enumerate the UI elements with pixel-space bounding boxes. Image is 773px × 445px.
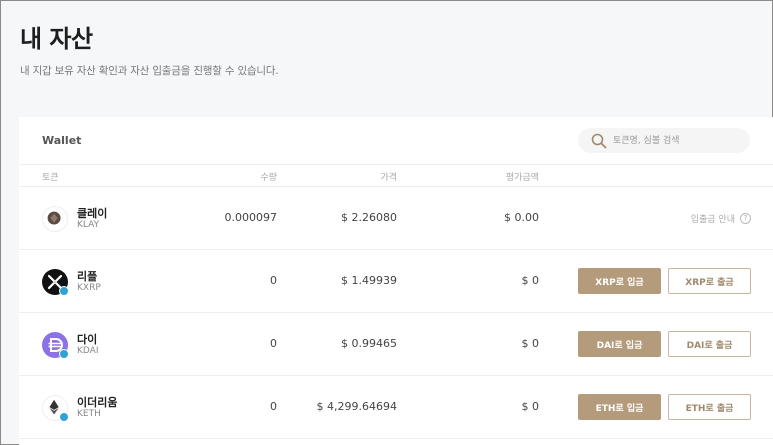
- search-input[interactable]: [613, 132, 743, 149]
- dai-deposit-button[interactable]: DAI로 입금: [578, 331, 661, 357]
- column-value: 평가금액: [505, 173, 539, 183]
- coin-value: $ 0: [521, 337, 540, 350]
- coin-symbol: KDAI: [77, 346, 99, 356]
- coin-amount: 0.000097: [224, 211, 278, 224]
- search-icon: [591, 133, 607, 149]
- table-row: 리플 KXRP 0 $ 1.49939 $ 0 XRP로 입금 XRP로 출금: [19, 250, 773, 313]
- wallet-header: Wallet: [19, 117, 773, 165]
- table-row: 클레이 KLAY 0.000097 $ 2.26080 $ 0.00 입출금 안…: [19, 187, 773, 250]
- table-row: 이더리움 KETH 0 $ 4,299.64694 $ 0 ETH로 입금 ET…: [19, 376, 773, 439]
- coin-amount: 0: [270, 274, 277, 287]
- question-icon: ?: [740, 213, 751, 224]
- wallet-title: Wallet: [42, 134, 82, 147]
- page-title: 내 자산: [20, 25, 93, 53]
- wallet-card: Wallet 토큰 수량 가격 평가금액 클레이 KLAY 0.000097 $…: [19, 117, 773, 445]
- coin-price: $ 4,299.64694: [316, 400, 397, 413]
- kip7-badge-icon: [59, 412, 69, 422]
- coin-symbol: KLAY: [77, 220, 100, 230]
- deposit-guide-link[interactable]: 입출금 안내 ?: [691, 212, 751, 225]
- column-token: 토큰: [42, 173, 59, 183]
- coin-amount: 0: [270, 400, 277, 413]
- coin-value: $ 0: [521, 400, 540, 413]
- coin-name: 클레이: [77, 207, 108, 220]
- column-price: 가격: [380, 173, 397, 183]
- coin-price: $ 0.99465: [341, 337, 397, 350]
- coin-symbol: KXRP: [77, 283, 101, 293]
- kip7-badge-icon: [59, 349, 69, 359]
- coin-name: 이더리움: [77, 396, 118, 409]
- dai-withdraw-button[interactable]: DAI로 출금: [668, 331, 751, 357]
- xrp-withdraw-button[interactable]: XRP로 출금: [668, 268, 751, 294]
- coin-amount: 0: [270, 337, 277, 350]
- column-amount: 수량: [260, 173, 277, 183]
- coin-price: $ 2.26080: [341, 211, 397, 224]
- eth-deposit-button[interactable]: ETH로 입금: [578, 394, 661, 420]
- page-subtitle: 내 지갑 보유 자산 확인과 자산 입출금을 진행할 수 있습니다.: [20, 65, 279, 77]
- search-box[interactable]: [578, 128, 750, 153]
- table-row: 다이 KDAI 0 $ 0.99465 $ 0 DAI로 입금 DAI로 출금: [19, 313, 773, 376]
- coin-symbol: KETH: [77, 409, 101, 419]
- page-header: 내 자산 내 지갑 보유 자산 확인과 자산 입출금을 진행할 수 있습니다.: [20, 19, 279, 78]
- coin-value: $ 0: [521, 274, 540, 287]
- xrp-deposit-button[interactable]: XRP로 입금: [578, 268, 661, 294]
- kip7-badge-icon: [59, 286, 69, 296]
- deposit-guide-label: 입출금 안내: [690, 215, 735, 225]
- coin-price: $ 1.49939: [341, 274, 397, 287]
- coin-name: 리플: [77, 270, 98, 283]
- klay-icon: [42, 206, 68, 232]
- coin-name: 다이: [77, 333, 98, 346]
- coin-value: $ 0.00: [504, 211, 539, 224]
- eth-withdraw-button[interactable]: ETH로 출금: [668, 394, 751, 420]
- column-header-row: 토큰 수량 가격 평가금액: [19, 165, 773, 187]
